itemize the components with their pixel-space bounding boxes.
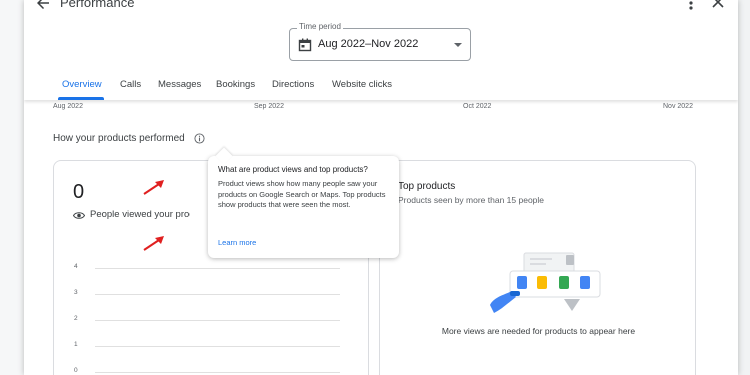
tab-overview[interactable]: Overview bbox=[62, 79, 102, 90]
tooltip-title: What are product views and top products? bbox=[218, 165, 368, 174]
eye-icon bbox=[73, 212, 85, 219]
annotation-arrow bbox=[143, 180, 164, 195]
grid-line bbox=[95, 372, 340, 373]
grid-line bbox=[95, 294, 340, 295]
tab-website-clicks[interactable]: Website clicks bbox=[332, 79, 392, 90]
tooltip-pointer bbox=[215, 147, 233, 165]
back-arrow-icon[interactable] bbox=[34, 0, 52, 12]
top-products-subtitle: Products seen by more than 15 people bbox=[398, 195, 545, 205]
product-views-label: People viewed your products bbox=[90, 209, 190, 220]
timeline-label: Nov 2022 bbox=[663, 103, 693, 110]
more-options-icon[interactable] bbox=[686, 0, 696, 12]
top-products-empty-message: More views are needed for products to ap… bbox=[441, 326, 636, 336]
info-icon[interactable] bbox=[194, 133, 205, 144]
dialog-header: Performance Time period Aug 2022–Nov 202… bbox=[24, 0, 738, 100]
tab-calls[interactable]: Calls bbox=[120, 79, 141, 90]
tooltip-body: Product views show how many people saw y… bbox=[218, 179, 386, 209]
y-tick-label: 1 bbox=[74, 341, 78, 348]
time-period-label: Time period bbox=[297, 22, 343, 31]
y-tick-label: 3 bbox=[74, 289, 78, 296]
y-tick-label: 0 bbox=[74, 367, 78, 374]
products-info-tooltip: What are product views and top products?… bbox=[208, 147, 399, 258]
page-title: Performance bbox=[60, 0, 135, 10]
close-icon[interactable] bbox=[710, 0, 726, 10]
calendar-icon bbox=[298, 38, 312, 52]
timeline-label: Sep 2022 bbox=[254, 103, 284, 110]
tab-directions[interactable]: Directions bbox=[272, 79, 314, 90]
section-title: How your products performed bbox=[53, 133, 185, 144]
y-tick-label: 4 bbox=[74, 263, 78, 270]
timeline-label: Oct 2022 bbox=[463, 103, 492, 110]
top-products-card: Top products Products seen by more than … bbox=[379, 160, 696, 375]
learn-more-link[interactable]: Learn more bbox=[218, 238, 256, 247]
active-tab-indicator bbox=[58, 97, 104, 100]
time-period-value: Aug 2022–Nov 2022 bbox=[318, 38, 419, 50]
timeline-label: Aug 2022 bbox=[53, 103, 83, 110]
empty-products-illustration bbox=[490, 252, 601, 313]
grid-line bbox=[95, 320, 340, 321]
tab-bookings[interactable]: Bookings bbox=[216, 79, 255, 90]
grid-line bbox=[95, 268, 340, 269]
top-products-title: Top products bbox=[398, 181, 456, 192]
product-views-count: 0 bbox=[73, 181, 85, 203]
grid-line bbox=[95, 346, 340, 347]
y-tick-label: 2 bbox=[74, 315, 78, 322]
performance-dialog: Performance Time period Aug 2022–Nov 202… bbox=[24, 0, 738, 375]
dropdown-caret-icon bbox=[454, 43, 462, 47]
background-sidebar bbox=[0, 0, 24, 375]
time-period-select[interactable]: Time period Aug 2022–Nov 2022 bbox=[289, 22, 471, 61]
annotation-arrow bbox=[143, 236, 164, 251]
tab-messages[interactable]: Messages bbox=[158, 79, 201, 90]
